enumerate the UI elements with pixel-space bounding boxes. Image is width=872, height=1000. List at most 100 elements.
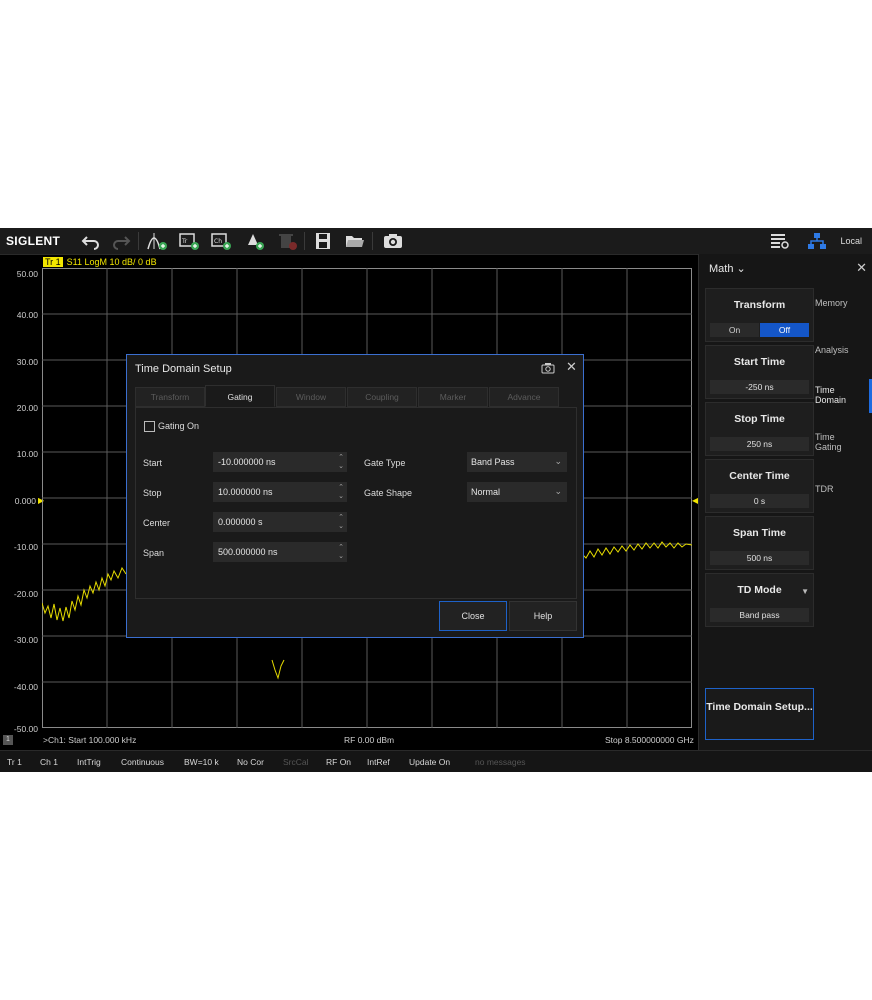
delete-icon[interactable]: [276, 231, 298, 251]
transform-on[interactable]: On: [710, 323, 759, 337]
start-time-softkey[interactable]: Start Time -250 ns: [705, 345, 814, 399]
status-update[interactable]: Update On: [409, 757, 450, 767]
tab-time-gating[interactable]: Time Gating: [815, 432, 855, 452]
status-bandwidth[interactable]: BW=10 k: [184, 757, 219, 767]
y-axis-label: 10.00: [16, 449, 38, 459]
chevron-down-icon: ⌄: [554, 456, 562, 466]
status-trigger[interactable]: IntTrig: [77, 757, 101, 767]
analyzer-screen: SIGLENT Tr Ch Local Tr 1 S11 LogM 10 dB/ …: [0, 228, 872, 772]
time-domain-setup-button[interactable]: Time Domain Setup...: [705, 688, 814, 740]
trace-line-left: [42, 566, 127, 622]
status-channel[interactable]: Ch 1: [40, 757, 58, 767]
status-sweep-mode[interactable]: Continuous: [121, 757, 164, 767]
add-marker-icon[interactable]: [244, 231, 266, 251]
camera-icon[interactable]: [541, 361, 555, 374]
span-value: 500.000000 ns: [218, 547, 278, 557]
tab-memory[interactable]: Memory: [815, 298, 871, 308]
add-trace-icon[interactable]: [146, 231, 168, 251]
network-icon[interactable]: [806, 231, 828, 251]
tab-tdr[interactable]: TDR: [815, 484, 871, 494]
y-axis-label: 40.00: [16, 310, 38, 320]
trace-description: S11 LogM 10 dB/ 0 dB: [66, 257, 157, 267]
open-folder-icon[interactable]: [344, 231, 366, 251]
status-source-cal[interactable]: SrcCal: [283, 757, 309, 767]
help-button[interactable]: Help: [509, 601, 577, 631]
center-input[interactable]: 0.000000 s ⌃ ⌄: [213, 512, 347, 532]
menu-settings-icon[interactable]: [768, 231, 790, 251]
start-label: Start: [143, 458, 163, 468]
center-time-value[interactable]: 0 s: [710, 494, 809, 508]
add-trace-window-icon[interactable]: Tr: [178, 231, 200, 251]
status-messages: no messages: [475, 757, 526, 767]
y-axis-label: -10.00: [13, 542, 38, 552]
trace-line-dip: [271, 659, 285, 680]
center-value: 0.000000 s: [218, 517, 263, 527]
y-axis-label: -40.00: [13, 682, 38, 692]
undo-icon[interactable]: [80, 231, 102, 251]
sweep-info-bar: 1 >Ch1: Start 100.000 kHz RF 0.00 dBm St…: [0, 733, 698, 747]
transform-off[interactable]: Off: [760, 323, 809, 337]
span-time-softkey[interactable]: Span Time 500 ns: [705, 516, 814, 570]
status-rf[interactable]: RF On: [326, 757, 351, 767]
status-bar: Tr 1 Ch 1 IntTrig Continuous BW=10 k No …: [0, 750, 872, 772]
span-time-value[interactable]: 500 ns: [710, 551, 809, 565]
y-axis-label: 30.00: [16, 357, 38, 367]
dialog-close-icon[interactable]: ✕: [566, 359, 577, 375]
tab-analysis[interactable]: Analysis: [815, 345, 871, 355]
add-channel-icon[interactable]: Ch: [210, 231, 232, 251]
y-axis-label: -20.00: [13, 589, 38, 599]
status-reference[interactable]: IntRef: [367, 757, 390, 767]
svg-text:Ch: Ch: [214, 238, 222, 245]
save-icon[interactable]: [312, 231, 334, 251]
stepper-icon[interactable]: ⌃ ⌄: [337, 513, 345, 531]
tab-transform[interactable]: Transform: [135, 387, 205, 407]
transform-toggle[interactable]: On Off: [710, 323, 809, 337]
close-icon[interactable]: ✕: [856, 260, 867, 276]
trace-label[interactable]: Tr 1 S11 LogM 10 dB/ 0 dB: [43, 257, 157, 267]
gate-shape-select[interactable]: Normal ⌄: [467, 482, 567, 502]
rf-power: RF 0.00 dBm: [344, 735, 395, 745]
status-correction[interactable]: No Cor: [237, 757, 264, 767]
gate-type-select[interactable]: Band Pass ⌄: [467, 452, 567, 472]
tab-time-domain[interactable]: Time Domain: [815, 385, 861, 405]
top-toolbar: SIGLENT Tr Ch Local: [0, 228, 872, 255]
tab-window[interactable]: Window: [276, 387, 346, 407]
stop-input[interactable]: 10.000000 ns ⌃ ⌄: [213, 482, 347, 502]
stop-time-softkey[interactable]: Stop Time 250 ns: [705, 402, 814, 456]
center-label: Center: [143, 518, 171, 528]
tab-advance[interactable]: Advance: [489, 387, 559, 407]
stepper-icon[interactable]: ⌃ ⌄: [337, 543, 345, 561]
start-time-value[interactable]: -250 ns: [710, 380, 809, 394]
td-mode-value[interactable]: Band pass: [710, 608, 809, 622]
gating-on-label[interactable]: Gating On: [158, 421, 199, 431]
gating-on-checkbox[interactable]: [144, 421, 155, 432]
y-axis-label: 20.00: [16, 403, 38, 413]
redo-icon[interactable]: [110, 231, 132, 251]
time-domain-setup-dialog: Time Domain Setup ✕ Transform Gating Win…: [126, 354, 584, 638]
gate-type-value: Band Pass: [471, 457, 515, 467]
channel-index-box[interactable]: 1: [3, 735, 13, 745]
td-mode-label: TD Mode: [737, 584, 782, 596]
gate-type-label: Gate Type: [364, 458, 406, 468]
stepper-icon[interactable]: ⌃ ⌄: [337, 483, 345, 501]
y-axis-label: 50.00: [16, 269, 38, 279]
transform-softkey[interactable]: Transform On Off: [705, 288, 814, 342]
tab-marker[interactable]: Marker: [418, 387, 488, 407]
td-mode-softkey[interactable]: TD Mode ▼ Band pass: [705, 573, 814, 627]
menu-title[interactable]: Math ⌄: [709, 262, 746, 275]
span-label: Span: [143, 548, 165, 558]
status-trace[interactable]: Tr 1: [7, 757, 22, 767]
screenshot-camera-icon[interactable]: [382, 231, 404, 251]
span-input[interactable]: 500.000000 ns ⌃ ⌄: [213, 542, 347, 562]
y-axis-label: 0.000: [14, 496, 36, 506]
stepper-icon[interactable]: ⌃ ⌄: [337, 453, 345, 471]
close-button[interactable]: Close: [439, 601, 507, 631]
stop-time-value[interactable]: 250 ns: [710, 437, 809, 451]
start-input[interactable]: -10.000000 ns ⌃ ⌄: [213, 452, 347, 472]
stop-label: Stop: [143, 488, 162, 498]
dialog-tabs: Transform Gating Window Coupling Marker …: [135, 385, 575, 407]
tab-coupling[interactable]: Coupling: [347, 387, 417, 407]
center-time-softkey[interactable]: Center Time 0 s: [705, 459, 814, 513]
tab-gating[interactable]: Gating: [205, 385, 275, 407]
stop-frequency: Stop 8.500000000 GHz: [605, 735, 694, 745]
